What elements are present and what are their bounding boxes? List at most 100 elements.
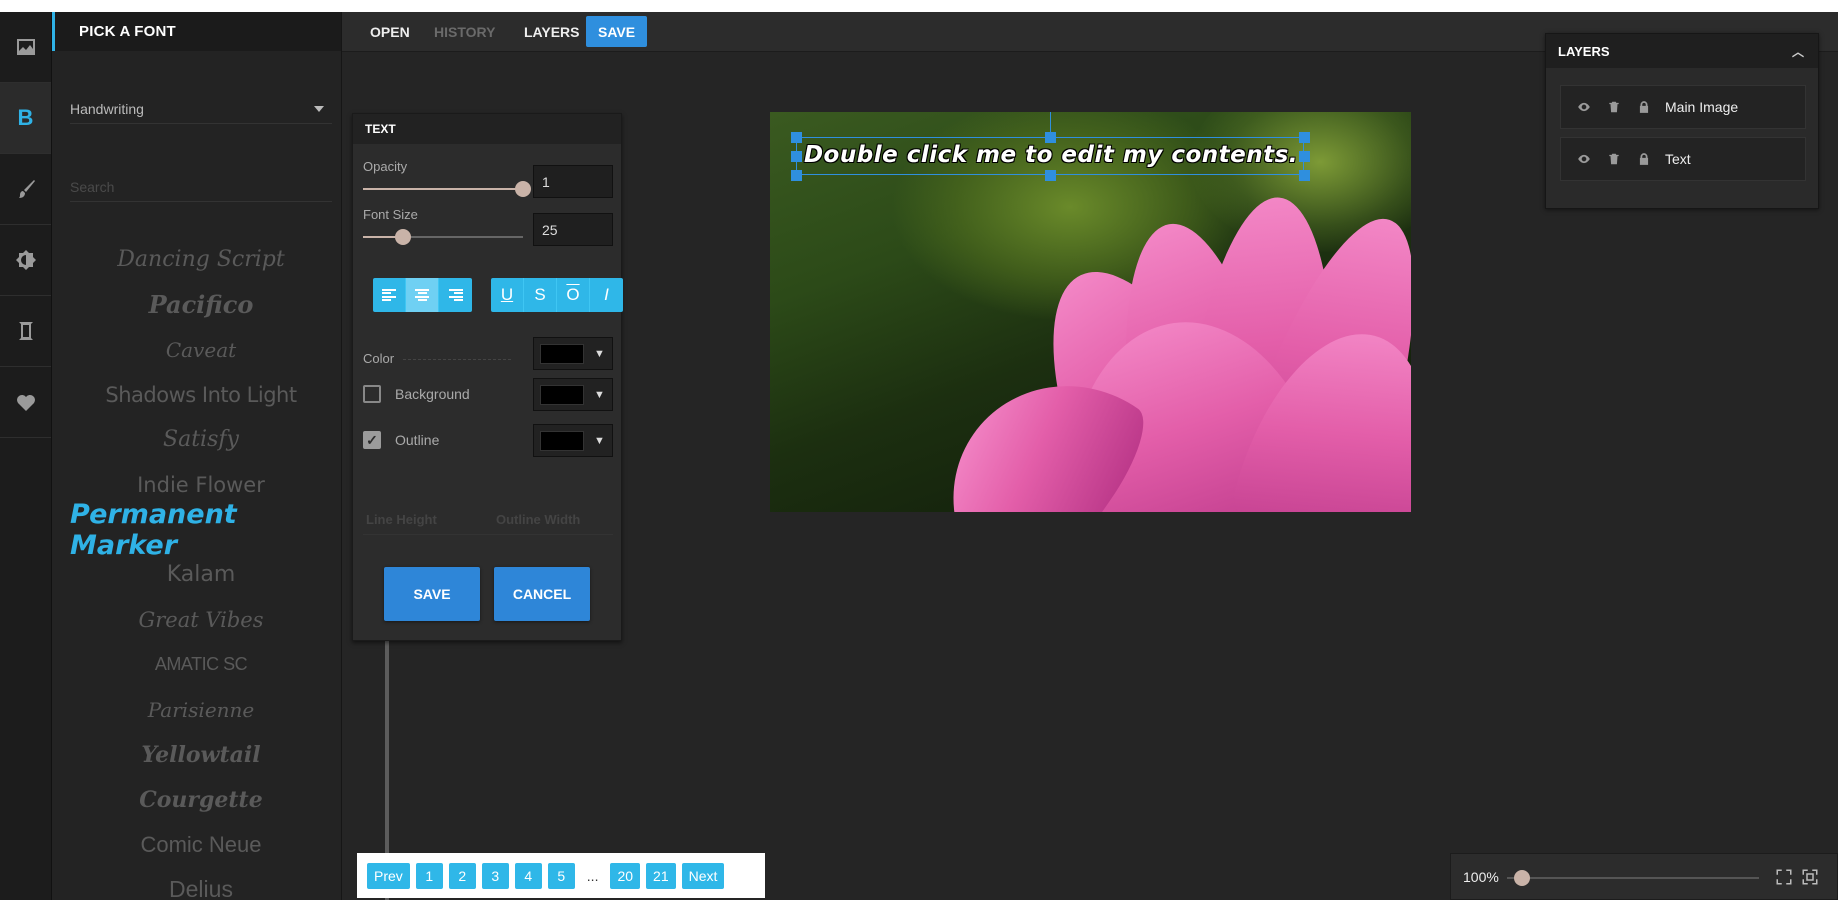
rail-brush-tool[interactable]: [0, 154, 51, 225]
resize-handle[interactable]: [1299, 151, 1310, 162]
text-panel-title: TEXT: [353, 114, 621, 144]
brightness-icon: [15, 250, 36, 270]
opacity-slider[interactable]: [363, 181, 531, 197]
chevron-up-icon[interactable]: ︿: [1792, 43, 1804, 60]
top-strip: [0, 0, 1838, 12]
resize-handle[interactable]: [1299, 170, 1310, 181]
frame-icon: [18, 322, 33, 340]
layers-header[interactable]: LAYERS ︿: [1546, 34, 1818, 68]
pagination-page[interactable]: 3: [481, 862, 509, 889]
heart-icon: [16, 395, 35, 411]
text-cancel-button[interactable]: CANCEL: [494, 567, 590, 621]
underline-button[interactable]: U: [491, 278, 524, 312]
text-tool-icon: B: [17, 105, 34, 130]
zoom-slider-handle[interactable]: [1514, 870, 1531, 886]
resize-handle[interactable]: [791, 170, 802, 181]
text-style-group: U S O I: [491, 278, 623, 312]
layer-row[interactable]: Text: [1560, 137, 1806, 181]
font-option-selected[interactable]: Permanent Marker: [70, 499, 332, 561]
resize-handle[interactable]: [791, 151, 802, 162]
resize-handle[interactable]: [1299, 132, 1310, 143]
text-save-button[interactable]: SAVE: [384, 567, 480, 621]
color-picker[interactable]: ▼: [533, 337, 613, 370]
font-size-slider-handle[interactable]: [395, 229, 411, 245]
italic-button[interactable]: I: [590, 278, 623, 312]
resize-handle[interactable]: [1045, 132, 1056, 143]
save-button[interactable]: SAVE: [586, 16, 648, 47]
pagination-page[interactable]: 5: [547, 862, 575, 889]
resize-handle[interactable]: [791, 132, 802, 143]
lock-icon[interactable]: [1629, 100, 1659, 114]
chevron-down-icon: ▼: [594, 347, 605, 360]
color-label: Color: [363, 351, 395, 366]
font-option[interactable]: Yellowtail: [70, 732, 332, 777]
chevron-down-icon: ▼: [594, 388, 605, 401]
pagination-page[interactable]: 2: [448, 862, 476, 889]
fullscreen-icon[interactable]: [1801, 868, 1819, 886]
opacity-input[interactable]: [533, 165, 613, 198]
pagination-next[interactable]: Next: [681, 862, 725, 889]
fit-to-screen-icon[interactable]: [1775, 868, 1793, 886]
opacity-label: Opacity: [363, 159, 408, 174]
zoom-value: 100%: [1463, 869, 1499, 885]
line-height-label: Line Height: [366, 512, 437, 527]
lock-icon[interactable]: [1629, 152, 1659, 166]
trash-icon[interactable]: [1599, 100, 1629, 114]
font-search-input[interactable]: [70, 172, 332, 202]
overline-icon: O: [566, 285, 580, 304]
open-button[interactable]: OPEN: [358, 16, 422, 47]
font-option[interactable]: AMATIC SC: [70, 642, 332, 687]
pagination-page[interactable]: 4: [514, 862, 542, 889]
font-option[interactable]: Great Vibes: [70, 597, 332, 642]
font-size-slider[interactable]: [363, 229, 523, 245]
strikethrough-button[interactable]: S: [524, 278, 557, 312]
overline-button[interactable]: O: [557, 278, 590, 312]
zoom-slider[interactable]: [1507, 870, 1759, 886]
rail-stickers-tool[interactable]: [0, 367, 51, 438]
font-size-input[interactable]: [533, 213, 613, 246]
rail-text-tool[interactable]: B: [0, 83, 51, 154]
pagination-page[interactable]: 20: [610, 862, 641, 889]
visibility-eye-icon[interactable]: [1569, 100, 1599, 114]
align-right-icon: [448, 289, 463, 301]
font-option[interactable]: Satisfy: [70, 417, 332, 462]
font-option[interactable]: Caveat: [70, 327, 332, 372]
outline-color-swatch: [540, 430, 584, 451]
background-color-picker[interactable]: ▼: [533, 378, 613, 411]
visibility-eye-icon[interactable]: [1569, 152, 1599, 166]
tool-rail: B: [0, 12, 52, 900]
font-option[interactable]: Shadows Into Light: [70, 372, 332, 417]
layers-button[interactable]: LAYERS: [512, 16, 592, 47]
outline-color-picker[interactable]: ▼: [533, 424, 613, 457]
font-option[interactable]: Delius: [70, 867, 332, 900]
history-button[interactable]: HISTORY: [422, 16, 507, 47]
font-panel-title: PICK A FONT: [52, 12, 341, 51]
outline-checkbox[interactable]: ✓: [363, 431, 381, 449]
font-option[interactable]: Pacifico: [70, 282, 332, 327]
layers-panel: LAYERS ︿ Main Image Text: [1545, 33, 1819, 209]
align-center-button[interactable]: [406, 278, 439, 312]
chevron-down-icon: [314, 105, 324, 112]
font-option[interactable]: Comic Neue: [70, 822, 332, 867]
align-left-button[interactable]: [373, 278, 406, 312]
font-option[interactable]: Courgette: [70, 777, 332, 822]
align-right-button[interactable]: [439, 278, 472, 312]
rail-adjust-tool[interactable]: [0, 225, 51, 296]
pagination-page[interactable]: 1: [415, 862, 443, 889]
rail-image-tool[interactable]: [0, 12, 51, 83]
resize-handle[interactable]: [1045, 170, 1056, 181]
layer-row[interactable]: Main Image: [1560, 85, 1806, 129]
text-panel: TEXT Opacity Font Size U S O I Color ▼ B…: [352, 113, 623, 641]
trash-icon[interactable]: [1599, 152, 1629, 166]
font-category-select[interactable]: Handwriting: [70, 94, 332, 124]
opacity-slider-handle[interactable]: [515, 181, 531, 197]
outline-label: Outline: [395, 432, 440, 448]
font-option[interactable]: Parisienne: [70, 687, 332, 732]
pagination-page[interactable]: 21: [646, 862, 676, 889]
chevron-down-icon: ▼: [594, 434, 605, 447]
font-option[interactable]: Dancing Script: [70, 237, 332, 282]
background-checkbox[interactable]: [363, 385, 381, 403]
pagination-prev[interactable]: Prev: [367, 862, 410, 889]
rail-frame-tool[interactable]: [0, 296, 51, 367]
text-align-group: [373, 278, 472, 312]
